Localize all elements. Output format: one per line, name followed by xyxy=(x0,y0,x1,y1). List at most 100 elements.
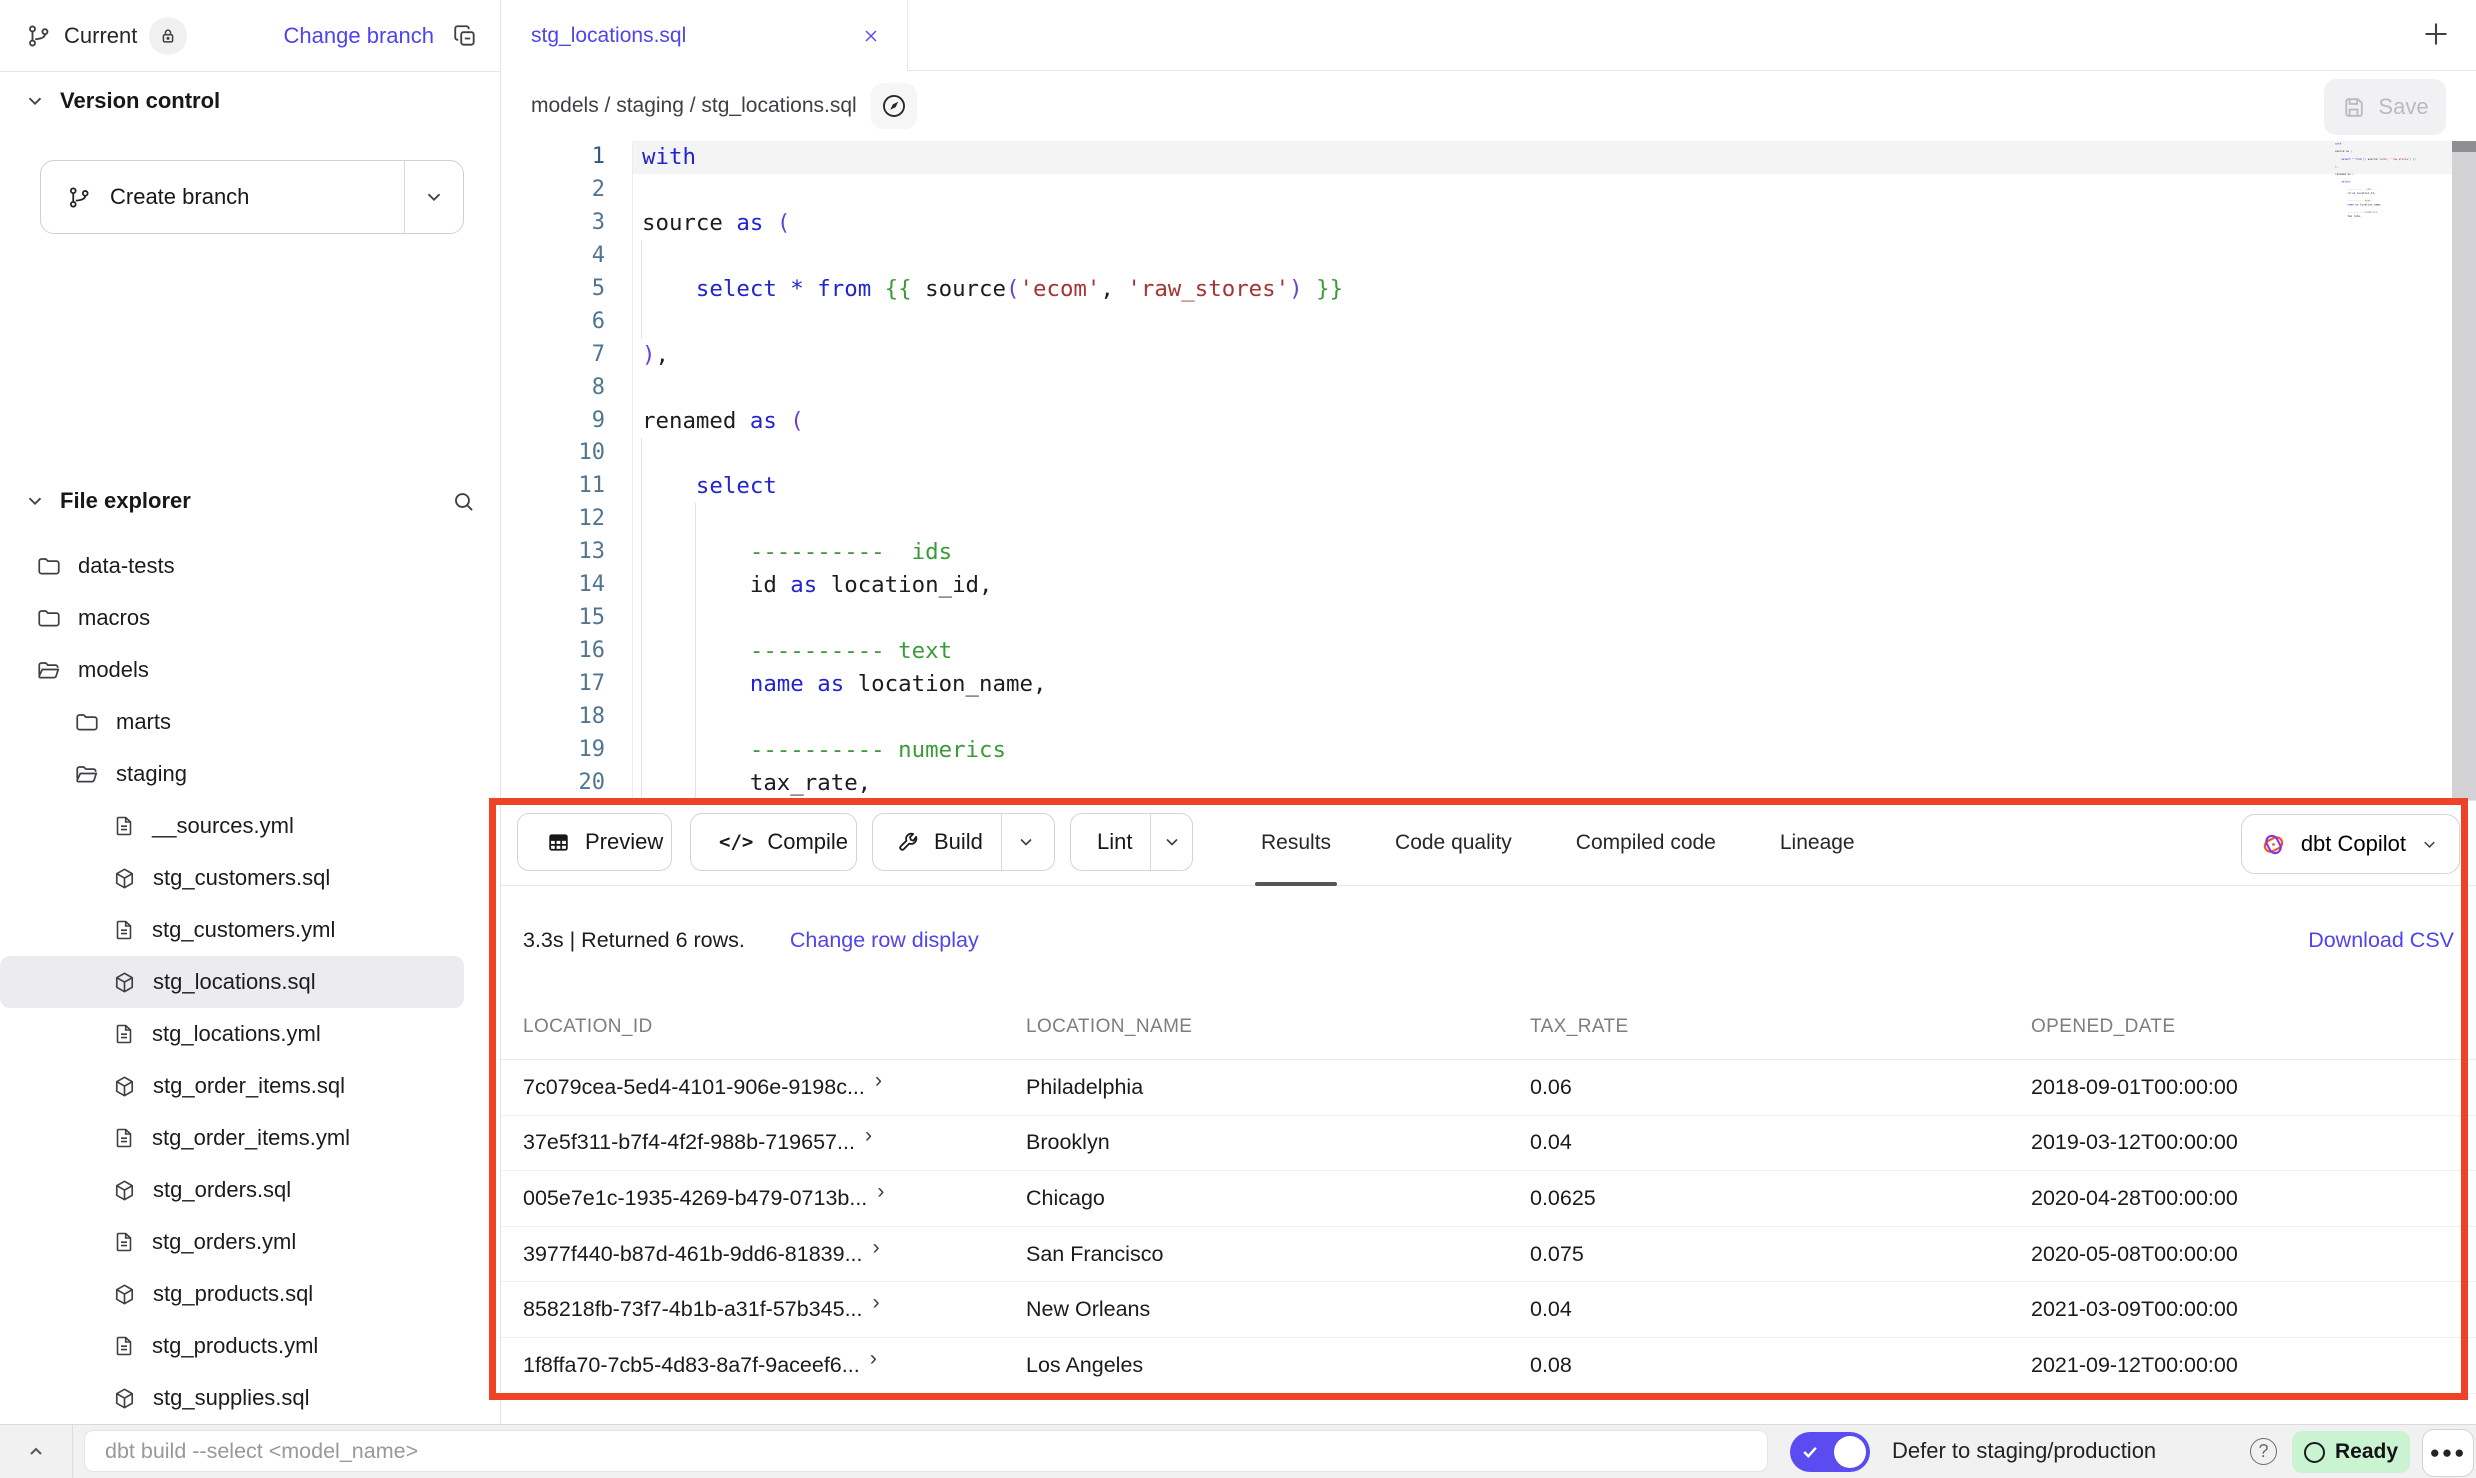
file-explorer-header[interactable]: File explorer xyxy=(24,488,476,514)
code-line-1[interactable]: 1with xyxy=(501,141,2476,174)
code-line-9[interactable]: 9renamed as ( xyxy=(501,405,2476,438)
code-line-13[interactable]: 13 ---------- ids xyxy=(501,536,2476,569)
change-row-display-link[interactable]: Change row display xyxy=(790,928,979,953)
tab-stg-locations-sql[interactable]: stg_locations.sql xyxy=(501,0,908,71)
dbt-copilot-button[interactable]: dbt Copilot xyxy=(2241,814,2460,874)
expand-row-icon[interactable]: › xyxy=(875,1068,882,1093)
file-label: stg_locations.sql xyxy=(153,969,316,995)
download-csv-link[interactable]: Download CSV xyxy=(2308,928,2454,953)
file-tree-item-macros[interactable]: macros xyxy=(0,592,500,644)
code-line-6[interactable]: 6 xyxy=(501,306,2476,339)
code-line-12[interactable]: 12 xyxy=(501,503,2476,536)
results-tab-compiled-code[interactable]: Compiled code xyxy=(1570,801,1722,885)
line-number: 12 xyxy=(501,503,632,536)
code-line-15[interactable]: 15 xyxy=(501,602,2476,635)
file-tree-item-stg-order-items-yml[interactable]: stg_order_items.yml xyxy=(0,1112,500,1164)
create-branch-main[interactable]: Create branch xyxy=(41,161,405,233)
table-row[interactable]: 7c079cea-5ed4-4101-906e-9198c...›Philade… xyxy=(501,1060,2476,1116)
chevron-up-icon[interactable] xyxy=(24,1440,48,1464)
code-line-5[interactable]: 5 select * from {{ source('ecom', 'raw_s… xyxy=(501,273,2476,306)
lineage-compass-icon[interactable] xyxy=(871,83,917,129)
lint-dropdown[interactable] xyxy=(1150,814,1192,870)
cell-location-id: 858218fb-73f7-4b1b-a31f-57b345...› xyxy=(523,1297,1026,1322)
compile-button[interactable]: </> Compile xyxy=(690,813,857,871)
table-row[interactable]: 37e5f311-b7f4-4f2f-988b-719657...›Brookl… xyxy=(501,1116,2476,1172)
lint-button[interactable]: Lint xyxy=(1070,813,1193,871)
file-tree-item-stg-products-yml[interactable]: stg_products.yml xyxy=(0,1320,500,1372)
code-line-19[interactable]: 19 ---------- numerics xyxy=(501,734,2476,767)
file-label: stg_order_items.sql xyxy=(153,1073,345,1099)
copy-branch-icon[interactable] xyxy=(452,23,478,49)
expand-row-icon[interactable]: › xyxy=(865,1123,872,1148)
preview-button[interactable]: Preview xyxy=(517,813,672,871)
create-branch-button[interactable]: Create branch xyxy=(40,160,464,234)
code-line-17[interactable]: 17 name as location_name, xyxy=(501,668,2476,701)
lint-label: Lint xyxy=(1097,829,1132,855)
close-tab-icon[interactable] xyxy=(861,26,881,46)
file-tree-item-stg-supplies-sql[interactable]: stg_supplies.sql xyxy=(0,1372,500,1424)
file-tree-item-stg-products-sql[interactable]: stg_products.sql xyxy=(0,1268,500,1320)
command-input[interactable]: dbt build --select <model_name> xyxy=(84,1430,1768,1472)
code-line-11[interactable]: 11 select xyxy=(501,470,2476,503)
code-line-8[interactable]: 8 xyxy=(501,372,2476,405)
expand-row-icon[interactable]: › xyxy=(877,1179,884,1204)
code-lines[interactable]: 1with23source as (45 select * from {{ so… xyxy=(501,141,2476,800)
line-content: with xyxy=(632,141,696,174)
file-tree-item-stg-orders-sql[interactable]: stg_orders.sql xyxy=(0,1164,500,1216)
expand-row-icon[interactable]: › xyxy=(873,1290,880,1315)
line-content xyxy=(632,372,642,405)
new-tab-icon[interactable] xyxy=(2418,16,2454,52)
version-control-header[interactable]: Version control xyxy=(24,88,220,114)
code-line-3[interactable]: 3source as ( xyxy=(501,207,2476,240)
more-options-button[interactable]: ●●● xyxy=(2422,1429,2474,1477)
results-tab-results[interactable]: Results xyxy=(1255,801,1337,885)
expand-row-icon[interactable]: › xyxy=(873,1235,880,1260)
status-ready-badge[interactable]: Ready xyxy=(2292,1431,2410,1473)
editor-minimap[interactable]: withsource as ( select * from {{ source(… xyxy=(2334,142,2450,262)
code-line-4[interactable]: 4 xyxy=(501,240,2476,273)
file-tree-item-models[interactable]: models xyxy=(0,644,500,696)
create-branch-dropdown[interactable] xyxy=(405,161,463,233)
file-tree-item-staging[interactable]: staging xyxy=(0,748,500,800)
table-row[interactable]: 1f8ffa70-7cb5-4d83-8a7f-9aceef6...›Los A… xyxy=(501,1338,2476,1394)
file-tree-item-data-tests[interactable]: data-tests xyxy=(0,540,500,592)
code-editor[interactable]: 1with23source as (45 select * from {{ so… xyxy=(501,141,2476,800)
editor-scrollbar[interactable] xyxy=(2452,141,2476,800)
save-button[interactable]: Save xyxy=(2324,79,2446,135)
results-tab-code-quality[interactable]: Code quality xyxy=(1389,801,1518,885)
defer-toggle[interactable] xyxy=(1790,1432,1870,1472)
breadcrumb: models / staging / stg_locations.sql xyxy=(531,94,857,118)
code-line-18[interactable]: 18 xyxy=(501,701,2476,734)
file-tree-item-stg-customers-sql[interactable]: stg_customers.sql xyxy=(0,852,500,904)
file-tree-item--sources-yml[interactable]: __sources.yml xyxy=(0,800,500,852)
table-row[interactable]: 858218fb-73f7-4b1b-a31f-57b345...›New Or… xyxy=(501,1282,2476,1338)
results-tab-lineage[interactable]: Lineage xyxy=(1774,801,1861,885)
cell-location-name: Chicago xyxy=(1026,1186,1530,1211)
table-row[interactable]: 005e7e1c-1935-4269-b479-0713b...›Chicago… xyxy=(501,1171,2476,1227)
file-tree-item-stg-order-items-sql[interactable]: stg_order_items.sql xyxy=(0,1060,500,1112)
code-line-2[interactable]: 2 xyxy=(501,174,2476,207)
table-row[interactable]: 3977f440-b87d-461b-9dd6-81839...›San Fra… xyxy=(501,1227,2476,1283)
file-tree-item-marts[interactable]: marts xyxy=(0,696,500,748)
code-line-14[interactable]: 14 id as location_id, xyxy=(501,569,2476,602)
file-tree-item-stg-orders-yml[interactable]: stg_orders.yml xyxy=(0,1216,500,1268)
help-icon[interactable]: ? xyxy=(2250,1438,2277,1465)
search-icon[interactable] xyxy=(451,489,476,514)
scrollbar-thumb[interactable] xyxy=(2452,141,2476,152)
line-number: 18 xyxy=(501,701,632,734)
cell-opened-date: 2020-04-28T00:00:00 xyxy=(2031,1186,2476,1211)
code-line-7[interactable]: 7), xyxy=(501,339,2476,372)
line-content: source as ( xyxy=(632,207,790,240)
code-line-16[interactable]: 16 ---------- text xyxy=(501,635,2476,668)
cell-tax-rate: 0.08 xyxy=(1530,1353,2031,1378)
code-line-10[interactable]: 10 xyxy=(501,437,2476,470)
file-tree-item-stg-customers-yml[interactable]: stg_customers.yml xyxy=(0,904,500,956)
build-dropdown[interactable] xyxy=(1001,814,1050,870)
file-tree-item-stg-locations-sql[interactable]: stg_locations.sql xyxy=(0,956,464,1008)
code-line-20[interactable]: 20 tax_rate, xyxy=(501,767,2476,800)
expand-row-icon[interactable]: › xyxy=(870,1346,877,1371)
file-tree-item-stg-locations-yml[interactable]: stg_locations.yml xyxy=(0,1008,500,1060)
defer-label: Defer to staging/production xyxy=(1892,1438,2156,1464)
change-branch-link[interactable]: Change branch xyxy=(284,23,434,49)
build-button[interactable]: Build xyxy=(872,813,1055,871)
